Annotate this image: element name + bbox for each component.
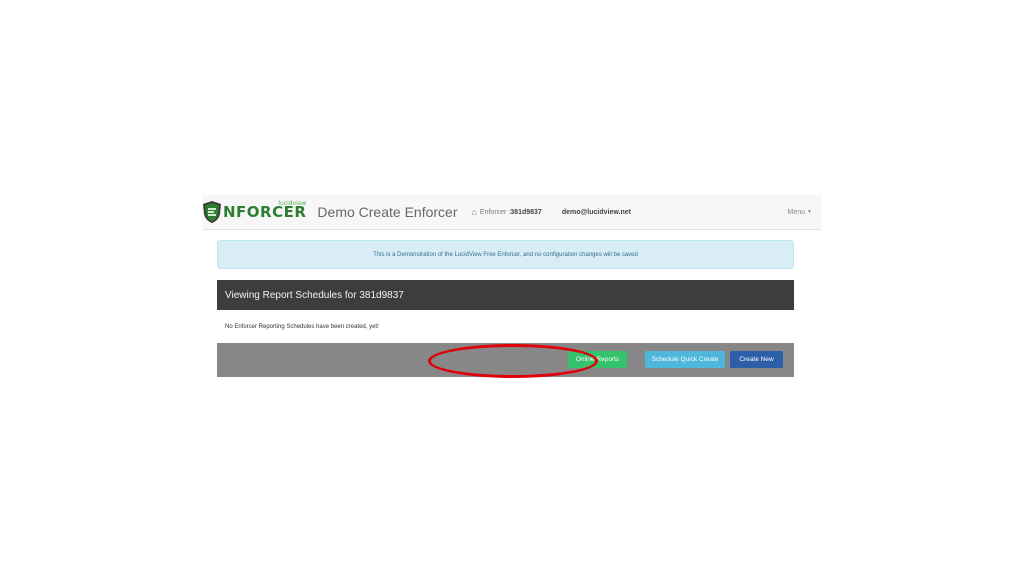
logo-wordmark: lucidview NFORCER <box>223 200 306 220</box>
shield-icon <box>203 201 221 223</box>
enforcer-id: 381d9837 <box>510 208 542 216</box>
create-new-button[interactable]: Create New <box>730 351 783 368</box>
navbar-brand[interactable]: Demo Create Enforcer <box>317 204 457 220</box>
logo-subtext: lucidview <box>278 199 307 207</box>
nav-user-email[interactable]: demo@lucidview.net <box>562 209 631 216</box>
enforcer-label: Enforcer : <box>479 208 511 216</box>
caret-down-icon: ▼ <box>807 209 812 215</box>
demo-alert-message: This is a Demonstration of the LucidView… <box>373 251 638 258</box>
panel-body: No Enforcer Reporting Schedules have bee… <box>217 310 794 343</box>
nav-enforcer-link[interactable]: ⌂ Enforcer :381d9837 <box>471 207 541 217</box>
empty-schedules-message: No Enforcer Reporting Schedules have bee… <box>225 323 379 330</box>
demo-alert: This is a Demonstration of the LucidView… <box>217 240 794 269</box>
schedule-quick-create-button[interactable]: Schedule Quick Create <box>645 351 725 368</box>
online-reports-button[interactable]: Online Reports <box>568 351 627 368</box>
enforcer-app: lucidview NFORCER Demo Create Enforcer ⌂… <box>202 195 822 377</box>
panel-title-text: Viewing Report Schedules for 381d9837 <box>225 289 404 301</box>
menu-label: Menu <box>787 208 806 216</box>
top-navbar: lucidview NFORCER Demo Create Enforcer ⌂… <box>202 195 822 230</box>
panel-footer: Online Reports Schedule Quick Create Cre… <box>217 343 794 377</box>
panel-title: Viewing Report Schedules for 381d9837 <box>217 280 794 310</box>
enforcer-logo[interactable]: lucidview NFORCER <box>202 200 306 224</box>
menu-dropdown[interactable]: Menu ▼ <box>788 209 812 216</box>
home-icon: ⌂ <box>471 207 477 217</box>
